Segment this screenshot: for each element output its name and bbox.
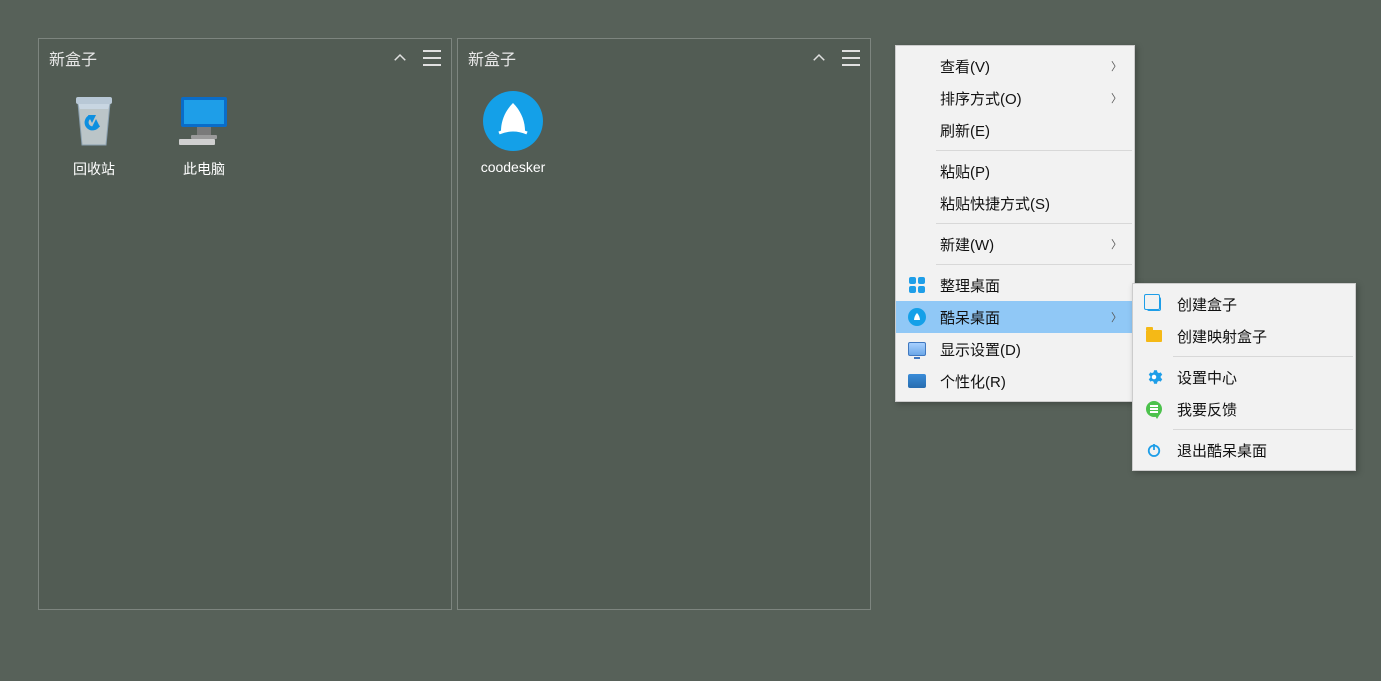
menu-item-display-settings[interactable]: 显示设置(D) (896, 333, 1134, 365)
item-label: 此电脑 (183, 159, 225, 179)
menu-label: 查看(V) (940, 56, 990, 77)
box-header: 新盒子 (39, 39, 451, 77)
recycle-bin-icon (64, 91, 124, 151)
menu-item-refresh[interactable]: 刷新(E) (896, 114, 1134, 146)
submenu-item-exit[interactable]: 退出酷呆桌面 (1133, 434, 1355, 466)
box-controls (810, 49, 860, 67)
box-body: coodesker (458, 77, 870, 189)
submenu-arrow-icon: 〉 (1111, 309, 1122, 325)
coodesker-icon (483, 91, 543, 151)
this-pc-icon (174, 91, 234, 151)
item-coodesker[interactable]: coodesker (468, 87, 558, 179)
menu-separator (936, 264, 1132, 265)
menu-label: 设置中心 (1177, 367, 1237, 388)
menu-icon[interactable] (842, 50, 860, 66)
menu-label: 刷新(E) (940, 120, 990, 141)
item-recycle-bin[interactable]: 回收站 (49, 87, 139, 183)
menu-icon[interactable] (423, 50, 441, 66)
collapse-icon[interactable] (391, 49, 409, 67)
menu-label: 创建盒子 (1177, 294, 1237, 315)
menu-separator (1173, 356, 1353, 357)
monitor-icon (908, 340, 926, 358)
submenu-coodesker: 创建盒子 创建映射盒子 设置中心 我要反馈 退出酷呆桌面 (1132, 283, 1356, 471)
item-label: coodesker (481, 159, 546, 175)
box-title: 新盒子 (49, 46, 97, 70)
menu-item-sort[interactable]: 排序方式(O) 〉 (896, 82, 1134, 114)
desktop-box-1[interactable]: 新盒子 回收站 (38, 38, 452, 610)
menu-label: 酷呆桌面 (940, 307, 1000, 328)
box-title: 新盒子 (468, 46, 516, 70)
box-body: 回收站 此电脑 (39, 77, 451, 193)
picture-icon (908, 372, 926, 390)
submenu-item-create-mapped-box[interactable]: 创建映射盒子 (1133, 320, 1355, 352)
menu-separator (936, 150, 1132, 151)
desktop-box-2[interactable]: 新盒子 coodesker (457, 38, 871, 610)
menu-separator (936, 223, 1132, 224)
menu-label: 我要反馈 (1177, 399, 1237, 420)
menu-label: 粘贴(P) (940, 161, 990, 182)
folder-icon (1145, 327, 1163, 345)
menu-item-paste-shortcut[interactable]: 粘贴快捷方式(S) (896, 187, 1134, 219)
menu-label: 粘贴快捷方式(S) (940, 193, 1050, 214)
submenu-arrow-icon: 〉 (1111, 236, 1122, 252)
power-icon (1145, 441, 1163, 459)
menu-item-view[interactable]: 查看(V) 〉 (896, 50, 1134, 82)
chat-icon (1145, 400, 1163, 418)
menu-label: 退出酷呆桌面 (1177, 440, 1267, 461)
item-label: 回收站 (73, 159, 115, 179)
new-box-icon (1145, 295, 1163, 313)
grid-icon (908, 276, 926, 294)
box-header: 新盒子 (458, 39, 870, 77)
menu-item-new[interactable]: 新建(W) 〉 (896, 228, 1134, 260)
menu-item-organize-desktop[interactable]: 整理桌面 (896, 269, 1134, 301)
menu-label: 个性化(R) (940, 371, 1006, 392)
context-menu: 查看(V) 〉 排序方式(O) 〉 刷新(E) 粘贴(P) 粘贴快捷方式(S) … (895, 45, 1135, 402)
menu-item-personalize[interactable]: 个性化(R) (896, 365, 1134, 397)
submenu-arrow-icon: 〉 (1111, 90, 1122, 106)
gear-icon (1145, 368, 1163, 386)
menu-label: 排序方式(O) (940, 88, 1022, 109)
submenu-item-feedback[interactable]: 我要反馈 (1133, 393, 1355, 425)
box-controls (391, 49, 441, 67)
submenu-item-settings[interactable]: 设置中心 (1133, 361, 1355, 393)
menu-label: 新建(W) (940, 234, 994, 255)
coodesker-circle-icon (908, 308, 926, 326)
menu-item-paste[interactable]: 粘贴(P) (896, 155, 1134, 187)
menu-label: 创建映射盒子 (1177, 326, 1267, 347)
menu-label: 显示设置(D) (940, 339, 1021, 360)
submenu-arrow-icon: 〉 (1111, 58, 1122, 74)
menu-label: 整理桌面 (940, 275, 1000, 296)
collapse-icon[interactable] (810, 49, 828, 67)
submenu-item-create-box[interactable]: 创建盒子 (1133, 288, 1355, 320)
item-this-pc[interactable]: 此电脑 (159, 87, 249, 183)
menu-separator (1173, 429, 1353, 430)
menu-item-coodesker[interactable]: 酷呆桌面 〉 (896, 301, 1134, 333)
